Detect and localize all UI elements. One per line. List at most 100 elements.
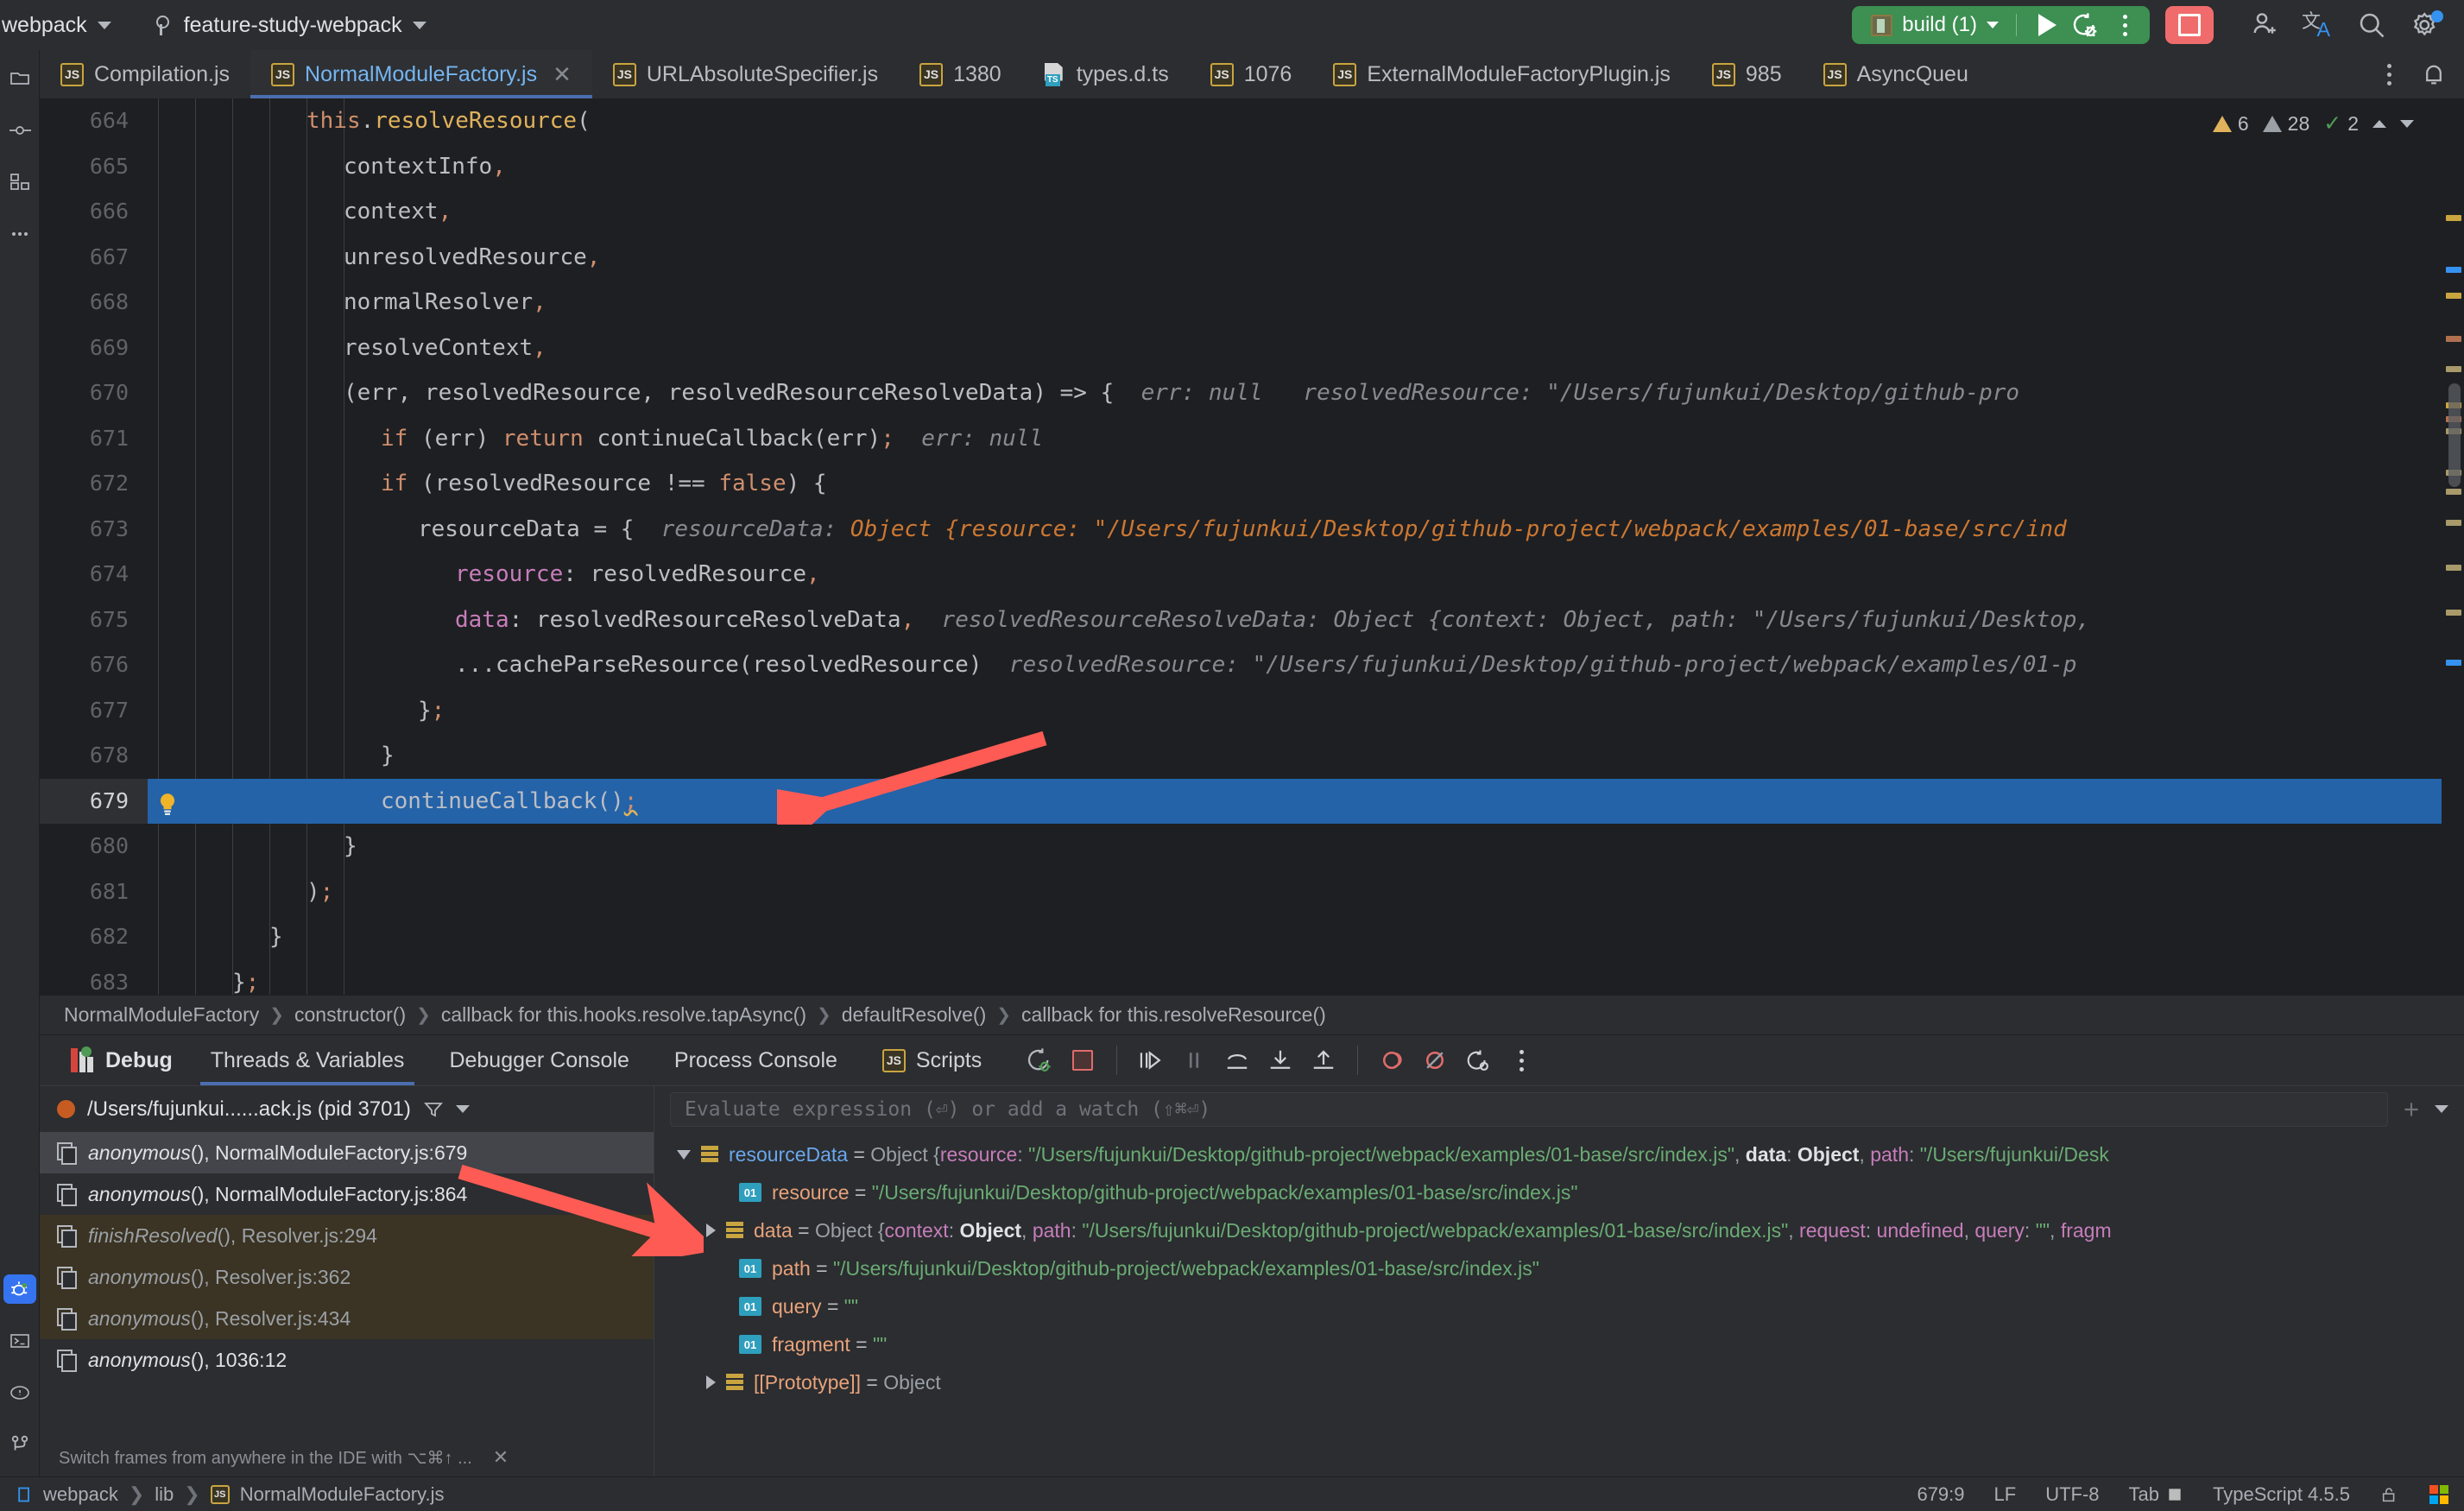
variable-row[interactable]: 01path = "/Users/fujunkui/Desktop/github… (654, 1249, 2464, 1287)
code-line[interactable]: } (148, 824, 2464, 869)
frame-item[interactable]: finishResolved(), Resolver.js:294 (40, 1215, 654, 1256)
inspection-summary[interactable]: 6 28 ✓ 2 (2213, 111, 2414, 136)
variable-row[interactable]: [[Prototype]] = Object (654, 1363, 2464, 1401)
frame-item[interactable]: anonymous(), Resolver.js:434 (40, 1298, 654, 1339)
frame-item[interactable]: anonymous(), NormalModuleFactory.js:679 (40, 1132, 654, 1173)
code-line[interactable]: }; (148, 688, 2464, 734)
code-line[interactable]: contextInfo, (148, 144, 2464, 190)
breadcrumb-item[interactable]: callback for this.hooks.resolve.tapAsync… (441, 1003, 806, 1027)
rail-debug-button[interactable] (3, 1274, 36, 1304)
code-line[interactable]: if (err) return continueCallback(err); e… (148, 416, 2464, 462)
mute-breakpoints-button[interactable] (1372, 1040, 1412, 1080)
rail-project-button[interactable] (3, 64, 36, 93)
code-line[interactable]: resource: resolvedResource, (148, 552, 2464, 597)
rail-structure-button[interactable] (3, 168, 36, 197)
editor-tab-985[interactable]: JS985 (1691, 50, 1803, 98)
variable-row[interactable]: data = Object {context: Object, path: "/… (654, 1211, 2464, 1249)
add-user-button[interactable] (2238, 3, 2291, 47)
breadcrumb-item[interactable]: constructor() (294, 1003, 406, 1027)
editor-tab-asyncqueu[interactable]: JSAsyncQueu (1803, 50, 1989, 98)
restore-layout-button[interactable] (1458, 1040, 1498, 1080)
frame-item[interactable]: anonymous(), Resolver.js:362 (40, 1256, 654, 1298)
indent-setting[interactable]: Tab (2129, 1483, 2183, 1506)
rail-terminal-button[interactable] (3, 1326, 36, 1356)
editor-scrollbar-thumb[interactable] (2448, 383, 2461, 487)
settings-button[interactable] (2398, 3, 2452, 47)
stop-debug-button[interactable] (1063, 1040, 1102, 1080)
code-line[interactable]: resourceData = { resourceData: Object {r… (148, 507, 2464, 553)
editor-tab-externalmodulefactoryplugin-js[interactable]: JSExternalModuleFactoryPlugin.js (1312, 50, 1691, 98)
editor-tab-1380[interactable]: JS1380 (899, 50, 1022, 98)
debug-tab-scripts[interactable]: JSScripts (860, 1035, 1004, 1085)
status-file-path[interactable]: webpack❯lib❯JSNormalModuleFactory.js (16, 1483, 445, 1506)
code-line[interactable]: normalResolver, (148, 280, 2464, 326)
close-icon[interactable]: ✕ (493, 1446, 509, 1469)
search-button[interactable] (2345, 3, 2398, 47)
project-selector[interactable]: webpack (0, 8, 123, 42)
editor-tab-urlabsolutespecifier-js[interactable]: JSURLAbsoluteSpecifier.js (592, 50, 899, 98)
code-editor[interactable]: 6646656666676686696706716726736746756766… (40, 98, 2464, 995)
frame-item[interactable]: anonymous(), NormalModuleFactory.js:864 (40, 1173, 654, 1215)
debug-tab-process-console[interactable]: Process Console (652, 1035, 860, 1085)
code-line[interactable]: ...cacheParseResource(resolvedResource) … (148, 642, 2464, 688)
pause-button[interactable] (1174, 1040, 1214, 1080)
chevron-down-icon[interactable] (456, 1105, 470, 1113)
editor-tab-types-d-ts[interactable]: TStypes.d.ts (1022, 50, 1190, 98)
code-line[interactable]: if (resolvedResource !== false) { (148, 461, 2464, 507)
code-line[interactable]: ); (148, 869, 2464, 915)
debug-tab-debugger-console[interactable]: Debugger Console (426, 1035, 651, 1085)
run-configuration-selector[interactable]: build (1) (1862, 9, 2007, 41)
stop-button[interactable] (2165, 6, 2214, 44)
run-more-options-button[interactable] (2105, 9, 2145, 41)
chevron-right-icon[interactable] (706, 1375, 716, 1389)
rerun-debug-button[interactable] (1020, 1040, 1059, 1080)
next-problem-button[interactable] (2400, 120, 2414, 128)
step-into-button[interactable] (1260, 1040, 1300, 1080)
code-line[interactable]: this.resolveResource( (148, 98, 2464, 144)
status-path-item[interactable]: webpack (43, 1483, 118, 1506)
editor-tab-compilation-js[interactable]: JSCompilation.js (40, 50, 250, 98)
translate-button[interactable]: 文 A (2291, 3, 2345, 47)
unlocked-icon[interactable] (2379, 1485, 2400, 1504)
session-selector[interactable]: /Users/fujunkui......ack.js (pid 3701) (40, 1086, 654, 1132)
resume-button[interactable] (1131, 1040, 1171, 1080)
variable-row[interactable]: 01query = "" (654, 1287, 2464, 1325)
variables-tree[interactable]: resourceData = Object {resource: "/Users… (654, 1132, 2464, 1476)
debug-tab-threads-variables[interactable]: Threads & Variables (188, 1035, 427, 1085)
editor-tab-normalmodulefactory-js[interactable]: JSNormalModuleFactory.js✕ (250, 50, 592, 98)
caret-position[interactable]: 679:9 (1917, 1483, 1964, 1506)
code-line[interactable]: } (148, 733, 2464, 779)
rail-more-button[interactable] (3, 219, 36, 249)
step-over-button[interactable] (1217, 1040, 1257, 1080)
language-version[interactable]: TypeScript 4.5.5 (2213, 1483, 2350, 1506)
editor-marker-bar[interactable] (2442, 98, 2464, 995)
variable-row[interactable]: resourceData = Object {resource: "/Users… (654, 1135, 2464, 1173)
breadcrumb[interactable]: NormalModuleFactory❯constructor()❯callba… (40, 995, 2464, 1034)
step-out-button[interactable] (1304, 1040, 1343, 1080)
code-line[interactable]: data: resolvedResourceResolveData, resol… (148, 597, 2464, 643)
view-breakpoints-button[interactable] (1415, 1040, 1455, 1080)
code-line[interactable]: } (148, 914, 2464, 960)
status-path-item[interactable]: NormalModuleFactory.js (240, 1483, 445, 1506)
add-watch-icon[interactable] (2400, 1098, 2423, 1121)
status-path-item[interactable]: lib (155, 1483, 174, 1506)
run-button[interactable] (2025, 9, 2065, 41)
variable-row[interactable]: 01fragment = "" (654, 1325, 2464, 1363)
watches-chevron-down-icon[interactable] (2435, 1105, 2448, 1113)
rail-git-button[interactable] (3, 1430, 36, 1459)
code-line[interactable]: context, (148, 189, 2464, 235)
notifications-button[interactable] (2409, 50, 2459, 98)
rail-commit-button[interactable] (3, 116, 36, 145)
tab-list-more-button[interactable] (2369, 54, 2409, 94)
branch-selector[interactable]: feature-study-webpack (142, 8, 439, 42)
filter-icon[interactable] (423, 1099, 444, 1120)
variable-row[interactable]: 01resource = "/Users/fujunkui/Desktop/gi… (654, 1173, 2464, 1211)
evaluate-expression-input[interactable]: Evaluate expression (⏎) or add a watch (… (670, 1092, 2388, 1127)
frame-item[interactable]: anonymous(), 1036:12 (40, 1339, 654, 1381)
code-line[interactable]: (err, resolvedResource, resolvedResource… (148, 370, 2464, 416)
chevron-down-icon[interactable] (677, 1150, 691, 1160)
breadcrumb-item[interactable]: NormalModuleFactory (64, 1003, 259, 1027)
code-line[interactable]: }; (148, 960, 2464, 996)
previous-problem-button[interactable] (2372, 120, 2386, 128)
code-content[interactable]: this.resolveResource(contextInfo,context… (148, 98, 2464, 995)
